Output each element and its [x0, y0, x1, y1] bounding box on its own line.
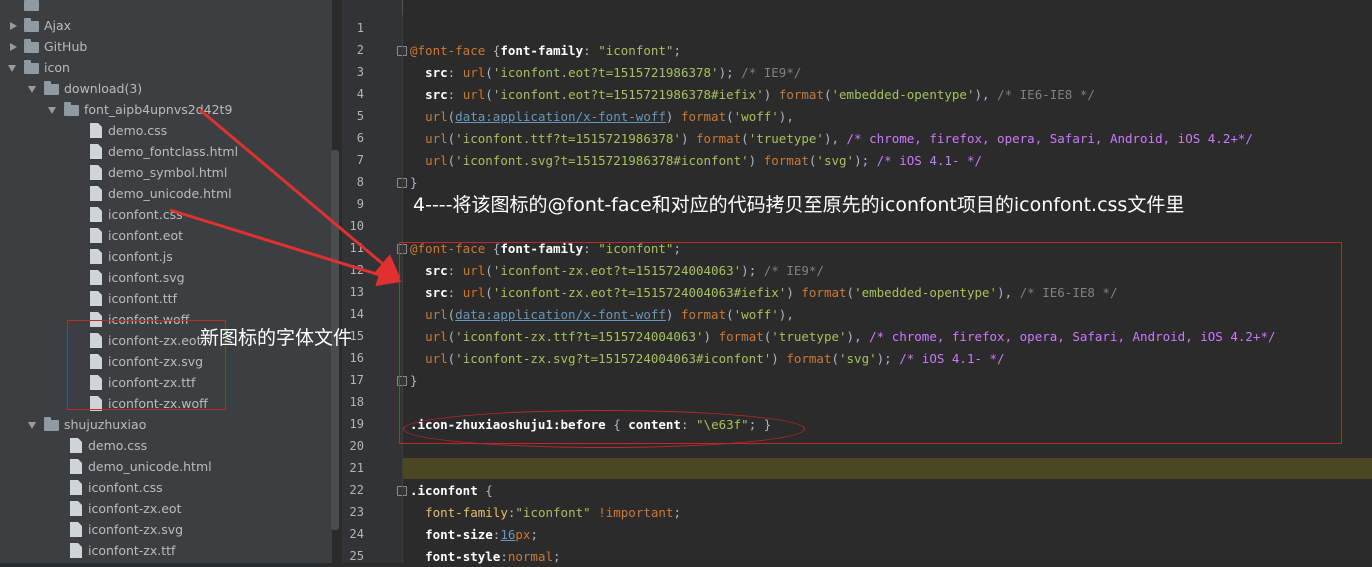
annotation-arrows [169, 108, 402, 287]
